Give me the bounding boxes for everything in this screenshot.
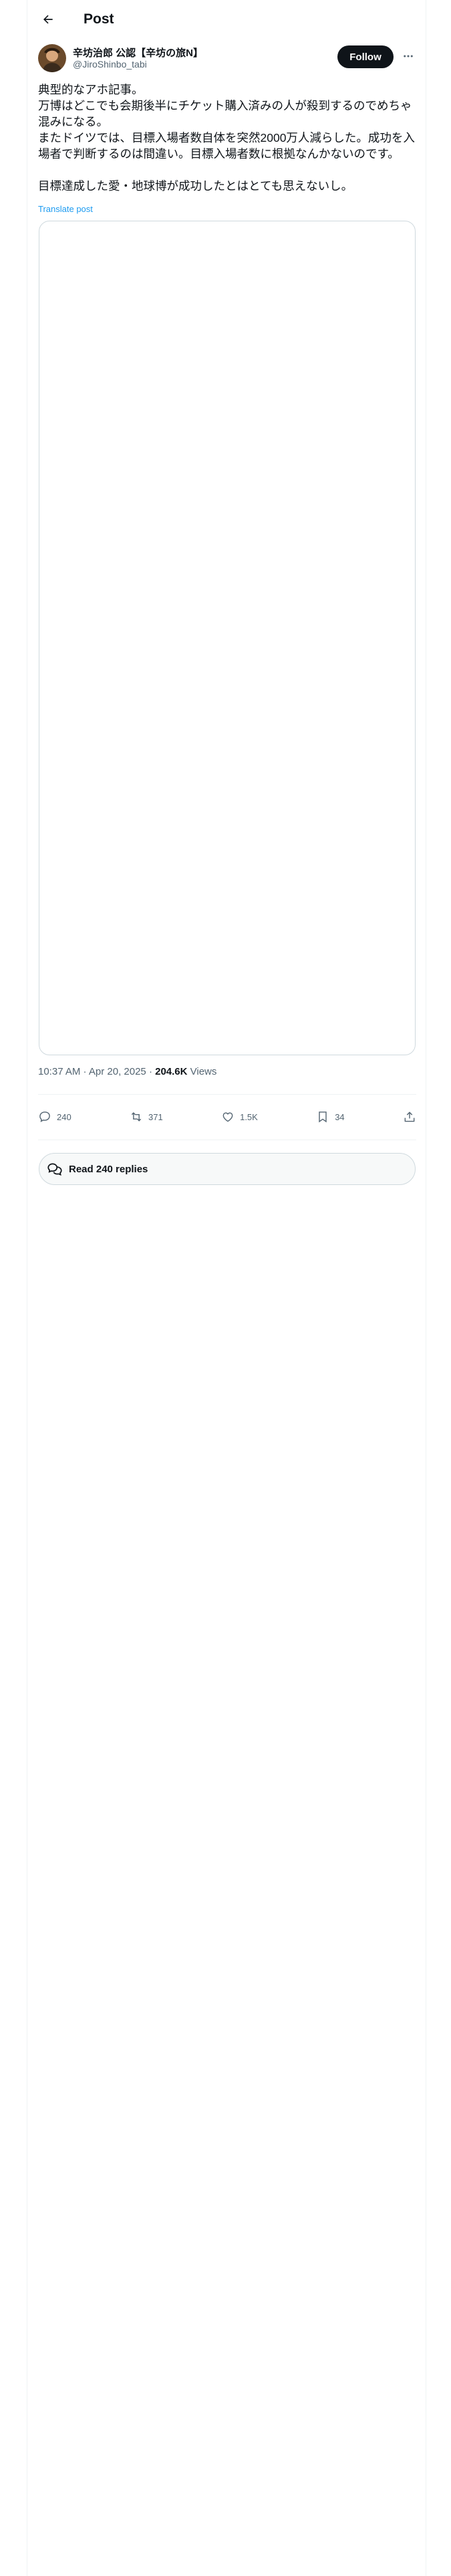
- like-icon: [222, 1112, 233, 1122]
- read-replies-label: Read 240 replies: [69, 1163, 148, 1175]
- like-button[interactable]: 1.5K: [221, 1110, 258, 1123]
- back-arrow-icon: [43, 15, 53, 24]
- post-text: 典型的なアホ記事。 万博はどこでも会期後半にチケット購入済みの人が殺到するのでめ…: [38, 82, 416, 194]
- reply-button[interactable]: 240: [38, 1110, 71, 1123]
- post-time[interactable]: 10:37 AM · Apr 20, 2025 ·: [38, 1066, 155, 1077]
- views-count: 204.6K: [155, 1066, 188, 1077]
- reply-count: 240: [57, 1111, 71, 1122]
- post-line: 目標達成した愛・地球博が成功したとはとても思えないし。: [38, 179, 353, 193]
- back-button[interactable]: [37, 8, 59, 31]
- reply-icon: [39, 1111, 50, 1122]
- replies-bubble-icon: [47, 1163, 62, 1176]
- translate-post-link[interactable]: Translate post: [38, 204, 93, 214]
- like-count: 1.5K: [240, 1111, 258, 1122]
- share-button[interactable]: [403, 1110, 416, 1123]
- author-handle[interactable]: @JiroShinbo_tabi: [73, 59, 147, 70]
- repost-button[interactable]: 371: [130, 1110, 163, 1123]
- post-author: 辛坊治郎 公認【辛坊の旅N】 @JiroShinbo_tabi Follow: [38, 44, 416, 76]
- repost-count: 371: [148, 1111, 163, 1122]
- post-line: 典型的なアホ記事。: [38, 83, 144, 96]
- author-name[interactable]: 辛坊治郎 公認【辛坊の旅N】: [73, 45, 203, 60]
- bookmark-icon: [319, 1111, 327, 1123]
- post-media[interactable]: [39, 221, 416, 1055]
- divider: [38, 1094, 416, 1095]
- views-label: Views: [187, 1066, 217, 1077]
- main-column: Post 辛坊治郎 公認【辛坊の旅N】 @JiroShinbo_tabi Fol…: [27, 0, 426, 2576]
- share-icon: [404, 1111, 415, 1122]
- bookmark-button[interactable]: 34: [316, 1110, 345, 1123]
- action-bar: 240 371 1.5K 34: [38, 1103, 416, 1130]
- post-meta: 10:37 AM · Apr 20, 2025 · 204.6K Views: [38, 1066, 216, 1077]
- post-line: またドイツでは、目標入場者数自体を突然2000万人減らした。成功を入場者で判断す…: [38, 131, 415, 160]
- read-replies-button[interactable]: Read 240 replies: [39, 1153, 416, 1185]
- more-icon: [404, 55, 413, 58]
- more-button[interactable]: [400, 48, 416, 64]
- repost-icon: [131, 1112, 142, 1121]
- page-title: Post: [84, 11, 114, 27]
- bookmark-count: 34: [335, 1111, 345, 1122]
- top-bar: Post: [27, 0, 427, 39]
- post-line: 万博はどこでも会期後半にチケット購入済みの人が殺到するのでめちゃ混みになる。: [38, 99, 412, 128]
- avatar[interactable]: [38, 44, 66, 72]
- follow-button[interactable]: Follow: [337, 45, 394, 68]
